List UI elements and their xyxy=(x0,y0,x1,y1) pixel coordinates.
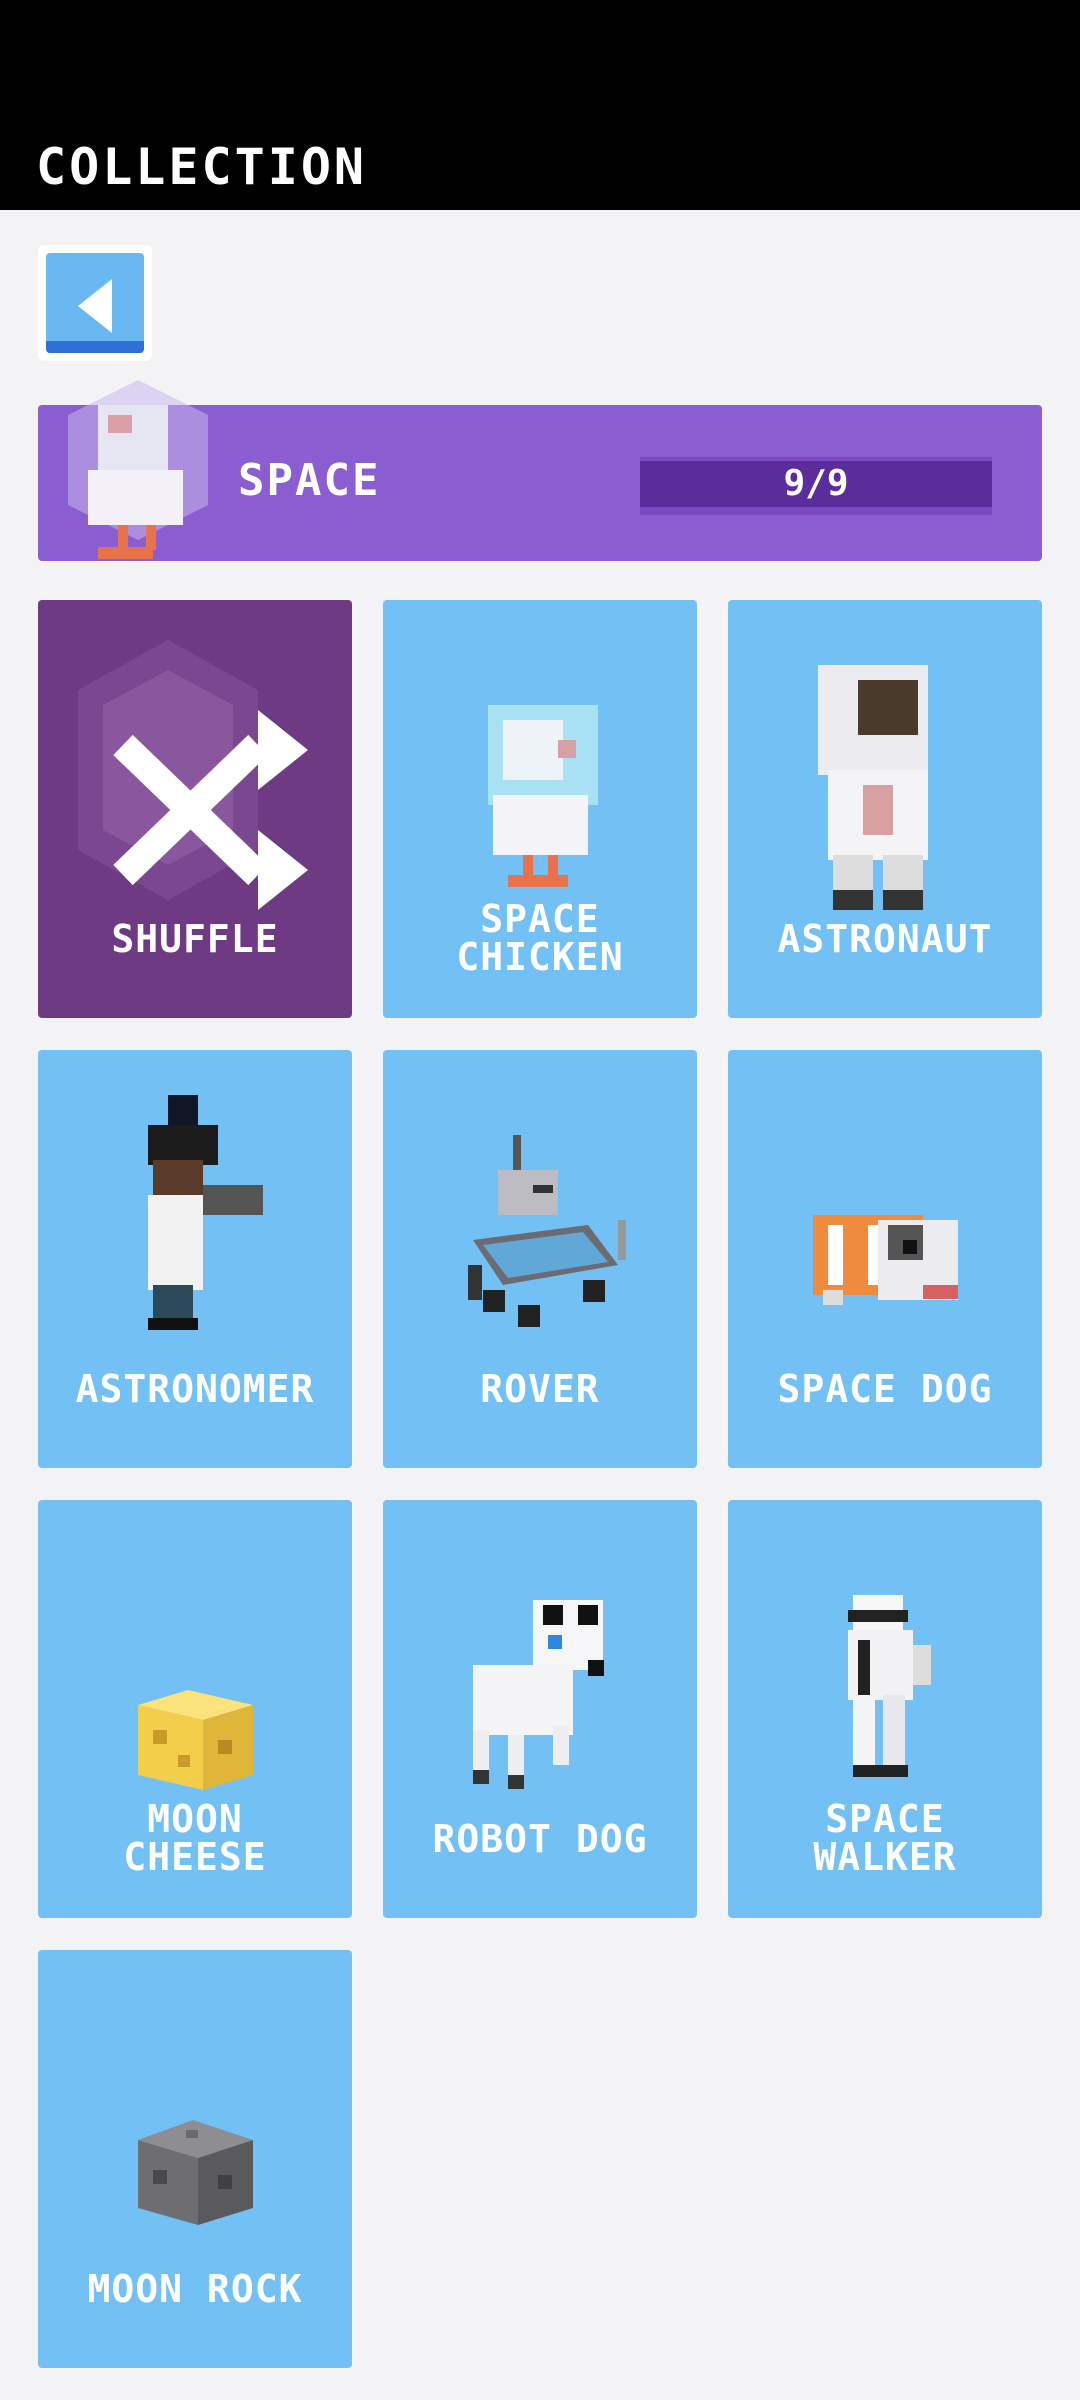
progress-text: 9/9 xyxy=(783,463,849,504)
card-label: SPACE WALKER xyxy=(813,1797,957,1879)
character-card-astronaut[interactable]: ASTRONAUT xyxy=(728,600,1042,1018)
shuffle-card[interactable]: SHUFFLE xyxy=(38,600,352,1018)
card-label: MOON ROCK xyxy=(87,2267,303,2311)
page-title: COLLECTION xyxy=(36,138,368,196)
character-card-space-dog[interactable]: SPACE DOG xyxy=(728,1050,1042,1468)
back-button[interactable] xyxy=(38,245,152,361)
card-label: SHUFFLE xyxy=(111,917,279,961)
category-banner: SPACE 9/9 xyxy=(38,380,1042,561)
space-chicken-avatar-icon xyxy=(68,380,208,559)
character-card-astronomer[interactable]: ASTRONOMER xyxy=(38,1050,352,1468)
card-label: ROVER xyxy=(480,1367,600,1411)
card-label: SPACE CHICKEN xyxy=(456,897,624,979)
character-card-rover[interactable]: ROVER xyxy=(383,1050,697,1468)
character-card-space-walker[interactable]: SPACE WALKER xyxy=(728,1500,1042,1918)
collection-progress-bar: 9/9 xyxy=(640,457,992,515)
character-card-space-chicken[interactable]: SPACE CHICKEN xyxy=(383,600,697,1018)
character-card-robot-dog[interactable]: ROBOT DOG xyxy=(383,1500,697,1918)
character-card-moon-cheese[interactable]: MOON CHEESE xyxy=(38,1500,352,1918)
back-arrow-icon xyxy=(78,279,112,333)
card-label: ASTRONOMER xyxy=(75,1367,315,1411)
card-label: ASTRONAUT xyxy=(777,917,993,961)
category-name: SPACE xyxy=(238,455,381,506)
card-label: MOON CHEESE xyxy=(123,1797,267,1879)
top-bar: COLLECTION xyxy=(0,0,1080,210)
card-label: SPACE DOG xyxy=(777,1367,993,1411)
card-label: ROBOT DOG xyxy=(432,1817,648,1861)
character-card-moon-rock[interactable]: MOON ROCK xyxy=(38,1950,352,2368)
